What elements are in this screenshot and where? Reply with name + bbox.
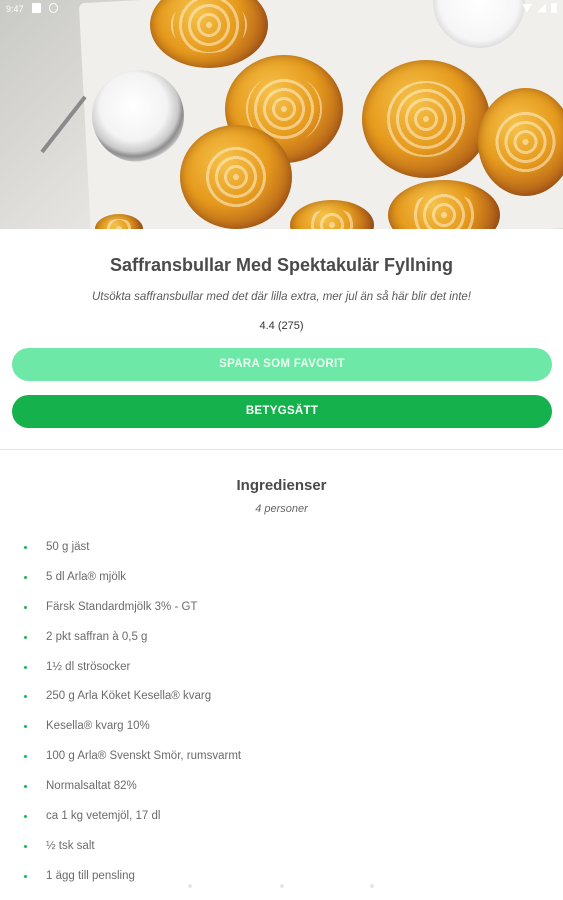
ingredient-item: 2 pkt saffran à 0,5 g — [0, 622, 563, 652]
ingredient-item: 250 g Arla Köket Kesella® kvarg — [0, 681, 563, 711]
bullet-icon — [24, 575, 27, 579]
sugar-sieve — [92, 70, 184, 162]
sieve-handle — [40, 95, 87, 154]
ingredient-item: Färsk Standardmjölk 3% - GT — [0, 592, 563, 622]
save-favorite-button[interactable]: SPARA SOM FAVORIT — [12, 348, 552, 381]
battery-icon — [551, 3, 557, 13]
bullet-icon — [24, 755, 27, 759]
ingredient-list: 50 g jäst 5 dl Arla® mjölk Färsk Standar… — [0, 532, 563, 891]
ingredient-text: 100 g Arla® Svenskt Smör, rumsvarmt — [46, 750, 242, 763]
bullet-icon — [24, 605, 27, 609]
nav-recents-icon[interactable] — [370, 884, 374, 888]
bullet-icon — [24, 546, 27, 549]
ingredient-item: 5 dl Arla® mjölk — [0, 562, 563, 592]
bullet-icon — [24, 844, 27, 848]
ingredient-text: 1½ dl strösocker — [46, 660, 131, 673]
bullet-icon — [24, 815, 27, 819]
bullet-icon — [24, 695, 27, 699]
wifi-icon — [522, 3, 532, 13]
ingredient-text: Normalsaltat 82% — [46, 780, 137, 793]
circle-icon — [49, 3, 58, 13]
ingredient-text: ca 1 kg vetemjöl, 17 dl — [46, 810, 161, 823]
rate-button[interactable]: BETYGSÄTT — [12, 395, 552, 428]
recipe-subtitle: Utsökta saffransbullar med det där lilla… — [91, 291, 472, 303]
ingredient-item: 50 g jäst — [0, 532, 563, 562]
status-time: 9:47 — [6, 4, 24, 14]
saffron-bun — [362, 60, 490, 178]
ingredient-text: ½ tsk salt — [46, 839, 95, 852]
ingredient-item: 100 g Arla® Svenskt Smör, rumsvarmt — [0, 741, 563, 771]
ingredient-text: 1 ägg till pensling — [46, 869, 135, 882]
recipe-title: Saffransbullar Med Spektakulär Fyllning — [109, 255, 454, 275]
bullet-icon — [24, 725, 27, 729]
ingredient-item: ca 1 kg vetemjöl, 17 dl — [0, 801, 563, 831]
ingredient-text: 50 g jäst — [46, 541, 90, 553]
saffron-bun — [478, 88, 563, 196]
signal-icon — [537, 3, 546, 13]
bullet-icon — [24, 874, 27, 878]
nav-home-icon[interactable] — [280, 884, 284, 888]
ingredient-text: 2 pkt saffran à 0,5 g — [46, 630, 148, 643]
ingredient-text: Färsk Standardmjölk 3% - GT — [46, 600, 198, 613]
section-divider — [0, 449, 563, 450]
ingredient-item: ½ tsk salt — [0, 831, 563, 861]
ingredient-item: Kesella® kvarg 10% — [0, 711, 563, 741]
nav-bar-hint — [0, 884, 563, 892]
recipe-rating: 4.4 (275) — [259, 320, 304, 332]
bullet-icon — [24, 635, 27, 639]
sd-card-icon — [32, 3, 41, 13]
bullet-icon — [24, 665, 27, 669]
ingredient-item: Normalsaltat 82% — [0, 771, 563, 801]
nav-back-icon[interactable] — [188, 884, 192, 888]
bullet-icon — [24, 785, 27, 789]
recipe-hero-image — [0, 0, 563, 229]
ingredient-text: Kesella® kvarg 10% — [46, 720, 150, 733]
ingredient-text: 5 dl Arla® mjölk — [46, 570, 127, 583]
servings-label: 4 personer — [255, 503, 308, 515]
saffron-bun — [180, 125, 292, 229]
ingredient-item: 1½ dl strösocker — [0, 652, 563, 682]
ingredient-text: 250 g Arla Köket Kesella® kvarg — [46, 690, 212, 703]
status-bar: 9:47 — [0, 0, 563, 18]
ingredients-title: Ingredienser — [236, 477, 327, 494]
